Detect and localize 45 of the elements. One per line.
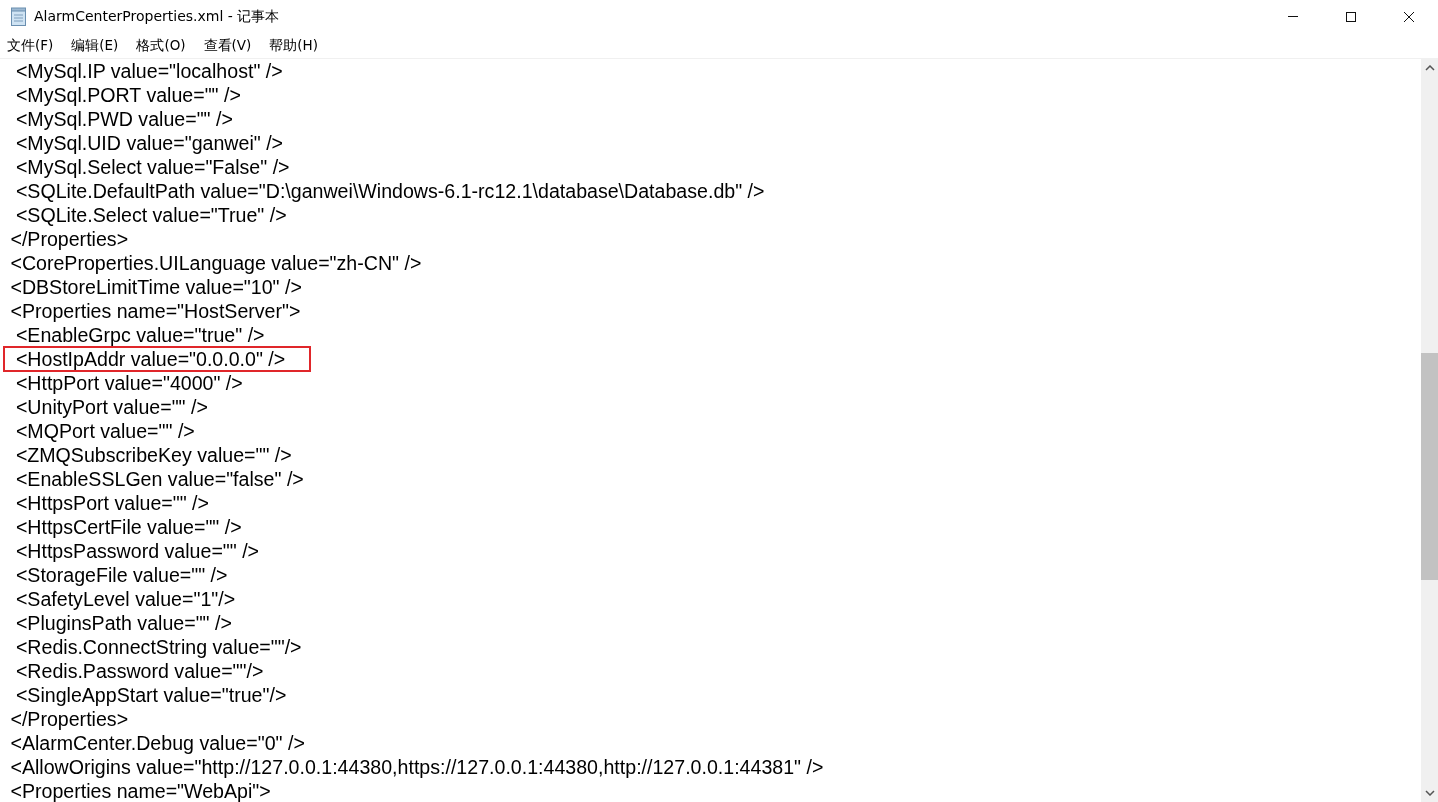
menu-item[interactable]: 查看(V) xyxy=(203,34,258,57)
code-line: <MySql.Select value="False" /> xyxy=(14,156,290,178)
code-line: <Properties name="HostServer"> xyxy=(9,300,301,322)
code-line: <UnityPort value="" /> xyxy=(14,396,208,418)
code-line: <MySql.UID value="ganwei" /> xyxy=(14,132,283,154)
code-line: <SQLite.Select value="True" /> xyxy=(14,204,287,226)
scrollbar-thumb[interactable] xyxy=(1421,353,1438,580)
code-line: <Redis.ConnectString value=""/> xyxy=(14,636,302,658)
code-line: </Properties> xyxy=(9,228,129,250)
menu-item[interactable]: 编辑(E) xyxy=(71,34,125,57)
menu-item[interactable]: 帮助(H) xyxy=(269,34,325,57)
vertical-scrollbar[interactable] xyxy=(1421,59,1438,802)
code-line: <CoreProperties.UILanguage value="zh-CN" /> xyxy=(9,252,422,274)
code-line: <HttpsCertFile value="" /> xyxy=(14,516,242,538)
code-line: <HttpPort value="4000" /> xyxy=(14,372,243,394)
code-line: <MySql.PWD value="" /> xyxy=(14,108,233,130)
code-line: </Properties> xyxy=(9,708,129,730)
code-line: <Redis.Password value=""/> xyxy=(14,660,264,682)
code-line: <SafetyLevel value="1"/> xyxy=(14,588,236,610)
menu-item[interactable]: 格式(O) xyxy=(136,34,192,57)
code-line: <MySql.PORT value="" /> xyxy=(14,84,241,106)
close-icon xyxy=(1403,10,1415,23)
code-line: <HttpsPassword value="" /> xyxy=(14,540,260,562)
code-line: <PluginsPath value="" /> xyxy=(14,612,232,634)
code-line: <StorageFile value="" /> xyxy=(14,564,228,586)
code-line: <MySql.IP value="localhost" /> xyxy=(14,60,283,82)
highlighted-code-line: <HostIpAddr value="0.0.0.0" /> xyxy=(5,348,310,370)
code-line: <ZMQSubscribeKey value="" /> xyxy=(14,444,292,466)
code-line: <MQPort value="" /> xyxy=(14,420,195,442)
minimize-icon xyxy=(1288,16,1298,17)
maximize-icon xyxy=(1345,10,1357,23)
scroll-up-icon[interactable] xyxy=(1424,65,1435,71)
code-line: <SingleAppStart value="true"/> xyxy=(14,684,287,706)
code-line: <AlarmCenter.Debug value="0" /> xyxy=(9,732,305,754)
code-line: <Properties name="WebApi"> xyxy=(9,780,271,802)
code-line: <SQLite.DefaultPath value="D:\ganwei\Windows-6.1-rc12.1\database\Database.db" /> xyxy=(14,180,765,202)
code-line: <AllowOrigins value="http://127.0.0.1:44380,https://127.0.0.1:44380,http://127.0.0.1:44381" /> xyxy=(9,756,824,778)
code-line: <EnableGrpc value="true" /> xyxy=(14,324,265,346)
code-line: <EnableSSLGen value="false" /> xyxy=(14,468,304,490)
window-title: AlarmCenterProperties.xml - 记事本 xyxy=(34,7,280,26)
menu-item[interactable]: 文件(F) xyxy=(7,34,60,57)
notepad-icon xyxy=(10,6,28,27)
scroll-down-icon[interactable] xyxy=(1424,790,1435,796)
code-line: <DBStoreLimitTime value="10" /> xyxy=(9,276,302,298)
code-line: <HttpsPort value="" /> xyxy=(14,492,209,514)
